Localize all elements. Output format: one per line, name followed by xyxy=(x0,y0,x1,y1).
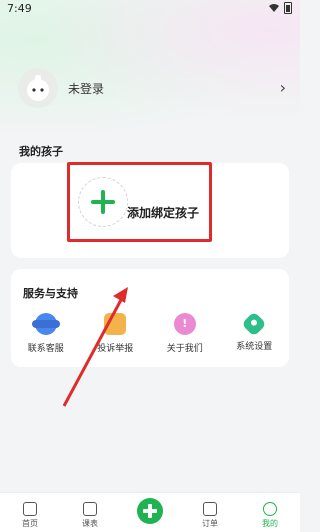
services-section-title: 服务与支持 xyxy=(23,287,78,300)
tab-label: 订单 xyxy=(202,519,218,528)
status-bar: 7:49 xyxy=(0,0,300,18)
info-icon xyxy=(173,313,196,335)
tab-home[interactable]: 首页 xyxy=(0,493,60,532)
home-icon xyxy=(23,502,37,516)
service-label: 关于我们 xyxy=(166,344,203,354)
service-about[interactable]: 关于我们 xyxy=(150,313,220,354)
service-settings[interactable]: 系统设置 xyxy=(220,311,290,354)
service-complaint[interactable]: 投诉举报 xyxy=(81,313,151,354)
tab-orders[interactable]: 订单 xyxy=(180,493,240,532)
battery-icon xyxy=(284,2,292,14)
tab-add[interactable] xyxy=(120,493,180,532)
add-child-button[interactable]: 添加绑定孩子 xyxy=(67,162,212,242)
service-label: 联系客服 xyxy=(27,344,64,354)
status-icons xyxy=(269,2,292,14)
robot-avatar-icon xyxy=(27,75,49,101)
services-card: 服务与支持 联系客服 投诉举报 关于我们 系统设置 xyxy=(11,269,289,367)
settings-icon xyxy=(241,311,267,337)
services-grid: 联系客服 投诉举报 关于我们 系统设置 xyxy=(11,311,290,354)
avatar[interactable] xyxy=(18,68,58,108)
tab-schedule[interactable]: 课表 xyxy=(60,493,120,532)
kids-section-title: 我的孩子 xyxy=(19,145,63,158)
service-contact[interactable]: 联系客服 xyxy=(11,313,81,354)
add-child-circle[interactable] xyxy=(78,177,128,227)
profile-row[interactable]: 未登录 › xyxy=(0,64,300,112)
calendar-icon xyxy=(83,502,97,516)
wifi-icon xyxy=(269,4,279,12)
status-time: 7:49 xyxy=(7,2,32,15)
chevron-right-icon[interactable]: › xyxy=(280,78,286,97)
login-status[interactable]: 未登录 xyxy=(68,80,104,97)
tab-bar: 首页 课表 订单 我的 xyxy=(0,492,300,532)
order-icon xyxy=(203,502,217,516)
add-child-label: 添加绑定孩子 xyxy=(127,206,200,220)
plus-icon xyxy=(91,190,115,214)
tab-label: 首页 xyxy=(22,519,38,528)
profile-icon xyxy=(263,502,277,516)
tab-label: 课表 xyxy=(82,519,98,528)
headset-icon xyxy=(31,313,60,335)
add-icon[interactable] xyxy=(137,498,163,524)
service-label: 投诉举报 xyxy=(97,344,134,354)
tab-mine[interactable]: 我的 xyxy=(240,493,300,532)
complaint-icon xyxy=(104,313,127,335)
service-label: 系统设置 xyxy=(236,342,273,352)
tab-label: 我的 xyxy=(262,519,278,528)
